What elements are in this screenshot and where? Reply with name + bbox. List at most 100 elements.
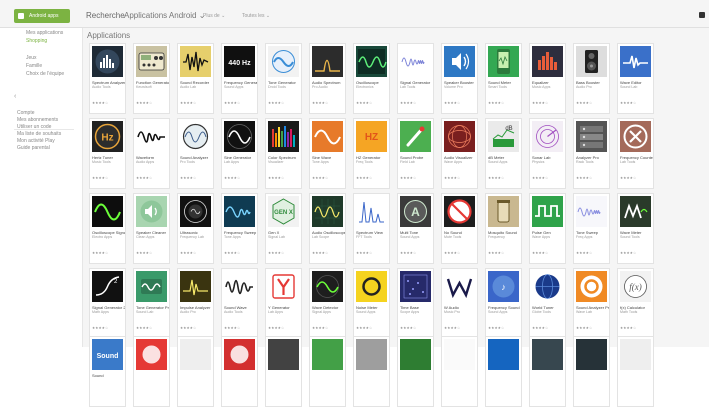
sidebar-item-editors-choice[interactable]: Choix de l'équipe [26, 71, 64, 77]
app-card[interactable]: Sound Analyzer Pro Wave Lab ★★★★☆ [573, 268, 610, 339]
app-icon[interactable] [136, 339, 167, 370]
app-title[interactable]: Sound [92, 373, 125, 378]
app-card[interactable]: Waveform Audio Apps ★★★★☆ [133, 118, 170, 189]
app-icon[interactable] [180, 339, 211, 370]
app-icon[interactable] [312, 46, 343, 77]
chevron-left-icon[interactable]: ‹ [14, 93, 16, 100]
app-card[interactable]: Y Generator Lab Apps ★★★★☆ [265, 268, 302, 339]
app-icon[interactable] [268, 339, 299, 370]
app-icon[interactable] [444, 339, 475, 370]
app-icon[interactable] [268, 46, 299, 77]
app-icon[interactable]: Hz [92, 121, 123, 152]
app-card[interactable]: Tone Generator Droid Tools ★★★★☆ [265, 43, 302, 114]
app-icon[interactable] [224, 196, 255, 227]
app-icon[interactable] [488, 196, 519, 227]
app-icon[interactable] [356, 46, 387, 77]
app-card[interactable]: Wave Editor Sound Lab ★★★★☆ [617, 43, 654, 114]
app-card[interactable]: Tone Sweep Freq Apps ★★★★☆ [573, 193, 610, 264]
app-card[interactable]: Speaker Cleaner Clean Apps ★★★★☆ [133, 193, 170, 264]
app-icon[interactable]: Sound [92, 339, 123, 370]
app-icon[interactable]: ♪ [488, 271, 519, 302]
app-card[interactable]: dB dB Meter Sound Apps ★★★★☆ [485, 118, 522, 189]
app-icon[interactable] [356, 339, 387, 370]
app-icon[interactable] [532, 271, 563, 302]
app-icon[interactable] [444, 46, 475, 77]
store-logo-button[interactable]: Android apps [14, 9, 70, 23]
app-card[interactable]: Sine Generator Lab Apps ★★★★☆ [221, 118, 258, 189]
app-icon[interactable] [356, 271, 387, 302]
app-icon[interactable] [312, 196, 343, 227]
sidebar-item-games[interactable]: Jeux [26, 55, 37, 61]
sidebar-subscriptions[interactable]: Mes abonnements [17, 117, 58, 123]
sidebar-wishlist[interactable]: Ma liste de souhaits [17, 131, 61, 137]
app-icon[interactable] [136, 46, 167, 77]
app-icon[interactable] [312, 339, 343, 370]
app-card[interactable]: Function Generator Keuwlsoft ★★★★☆ [133, 43, 170, 114]
app-card[interactable]: Equalizer Music Apps ★★★★☆ [529, 43, 566, 114]
app-card[interactable]: Sonar Lab Physics ★★★★☆ [529, 118, 566, 189]
app-icon[interactable] [532, 46, 563, 77]
app-icon[interactable] [400, 271, 431, 302]
app-icon[interactable] [312, 271, 343, 302]
app-icon[interactable] [224, 271, 255, 302]
app-card[interactable]: Time Base Scope Apps ★★★★☆ [397, 268, 434, 339]
app-icon[interactable] [180, 271, 211, 302]
app-icon[interactable] [400, 339, 431, 370]
app-icon[interactable]: A [400, 196, 431, 227]
app-card[interactable]: Impulse Analyzer Audio Pro ★★★★☆ [177, 268, 214, 339]
app-icon[interactable] [92, 196, 123, 227]
settings-gear-icon[interactable] [699, 12, 705, 18]
app-icon[interactable] [620, 339, 651, 370]
app-card[interactable]: Analyzer Pro Rack Tools ★★★★☆ [573, 118, 610, 189]
app-icon[interactable]: 2 [92, 271, 123, 302]
app-card[interactable]: Sound Wave Audio Tools ★★★★☆ [221, 268, 258, 339]
app-card[interactable]: Color Spectrum Visualizer ★★★★☆ [265, 118, 302, 189]
app-icon[interactable]: GEN X [268, 196, 299, 227]
app-icon[interactable] [488, 339, 519, 370]
sidebar-item-shopping[interactable]: Shopping [26, 38, 47, 44]
app-icon[interactable]: f(x) [620, 271, 651, 302]
app-icon[interactable] [400, 121, 431, 152]
app-card[interactable]: No Sound Mute Tools ★★★★☆ [441, 193, 478, 264]
app-icon[interactable] [356, 196, 387, 227]
app-card[interactable]: Sound Analyzer Pro Tools ★★★★☆ [177, 118, 214, 189]
app-card[interactable]: W Audio Music Pro ★★★★☆ [441, 268, 478, 339]
app-card[interactable]: Sound Meter Smart Tools ★★★★☆ [485, 43, 522, 114]
app-card[interactable]: 2 Signal Generator 2 Math Apps ★★★★☆ [89, 268, 126, 339]
app-card[interactable]: Mosquito Sound Frequency ★★★★☆ [485, 193, 522, 264]
app-icon[interactable] [620, 46, 651, 77]
app-icon[interactable] [136, 196, 167, 227]
app-icon[interactable] [400, 46, 431, 77]
app-card[interactable]: World Tuner Globe Tools ★★★★☆ [529, 268, 566, 339]
app-icon[interactable] [576, 271, 607, 302]
app-icon[interactable] [136, 121, 167, 152]
sidebar-account[interactable]: Compte [17, 110, 35, 116]
app-icon[interactable] [136, 271, 167, 302]
filter-dropdown-1[interactable]: Plus de ⌄ [203, 13, 225, 19]
app-card[interactable]: 440 HzFrequency GeneratorSound Apps★★★★☆ [221, 43, 258, 114]
app-card[interactable]: f(x) f(x) Calculator Math Tools ★★★★☆ [617, 268, 654, 339]
app-card[interactable]: Tone Generator Pro Sound Lab ★★★★☆ [133, 268, 170, 339]
app-card[interactable]: Spectrum View FFT Tools ★★★★☆ [353, 193, 390, 264]
app-card[interactable]: Frequency Counter Lab Tools ★★★★☆ [617, 118, 654, 189]
app-icon[interactable] [576, 121, 607, 152]
app-card[interactable]: Oscilloscope Electronics ★★★★☆ [353, 43, 390, 114]
app-icon[interactable] [576, 196, 607, 227]
app-icon[interactable] [180, 196, 211, 227]
app-icon[interactable]: dB [488, 121, 519, 152]
app-icon[interactable] [620, 121, 651, 152]
app-card[interactable]: Wave Meter Sound Tools ★★★★☆ [617, 193, 654, 264]
app-card[interactable]: Bass Booster Audio Pro ★★★★☆ [573, 43, 610, 114]
sidebar-activity[interactable]: Mon activité Play [17, 138, 55, 144]
app-card[interactable]: Frequency Sweep Tone Apps ★★★★☆ [221, 193, 258, 264]
app-icon[interactable] [444, 271, 475, 302]
app-card[interactable]: Wave Detector Signal Apps ★★★★☆ [309, 268, 346, 339]
app-icon[interactable] [268, 121, 299, 152]
app-icon[interactable]: HZ [356, 121, 387, 152]
app-card[interactable]: ♪ Frequency Sound Sound Apps ★★★★☆ [485, 268, 522, 339]
app-card[interactable]: Noise Meter Sound Apps ★★★★☆ [353, 268, 390, 339]
app-icon[interactable] [92, 46, 123, 77]
app-icon[interactable] [268, 271, 299, 302]
sidebar-redeem[interactable]: Utiliser un code [17, 124, 51, 130]
app-card[interactable]: A Multi Tone Sound Apps ★★★★☆ [397, 193, 434, 264]
